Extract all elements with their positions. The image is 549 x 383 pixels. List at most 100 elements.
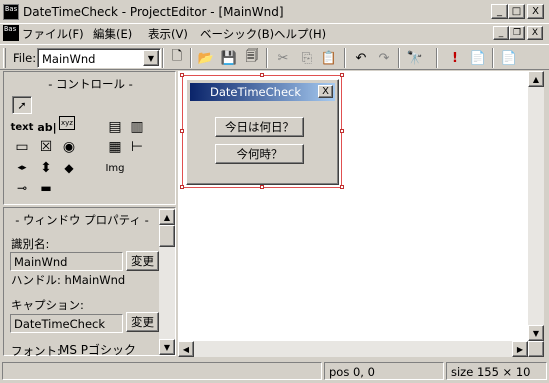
caption-field-value: DateTimeCheck (14, 317, 106, 331)
id-label: 識別名: (11, 237, 50, 251)
undo-icon[interactable]: ↶ (350, 48, 372, 68)
app-icon[interactable]: Bas (3, 4, 19, 20)
file-select-value: MainWnd (42, 52, 96, 66)
close-button[interactable]: X (527, 4, 544, 19)
menu-bar: Bas ファイル(F) 編集(E) 表示(V) ベーシック(B) ヘルプ(H) … (0, 24, 549, 43)
status-bar: pos 0, 0 size 155 × 10 (0, 359, 549, 383)
resize-handle[interactable] (180, 73, 184, 77)
slider-tool-icon[interactable]: ⊸ (12, 179, 32, 197)
title-bar[interactable]: Bas DateTimeCheck - ProjectEditor - [Mai… (0, 0, 549, 24)
caption-label: キャプション: (11, 298, 84, 312)
build-icon[interactable]: 📄 (498, 48, 520, 68)
scroll-right-icon[interactable]: ▶ (512, 341, 528, 357)
run-icon[interactable]: ! (444, 48, 466, 68)
minimize-button[interactable]: _ (491, 4, 508, 19)
handle-label: ハンドル: hMainWnd (11, 273, 126, 287)
pointer-tool-icon[interactable]: ➚ (12, 96, 32, 114)
current-time-button[interactable]: 今何時？ (215, 144, 304, 164)
toolbar-separator (492, 48, 494, 68)
font-value[interactable]: MS Pゴシック (59, 341, 136, 358)
tree-tool-icon[interactable]: ⊢ (127, 138, 147, 156)
change-id-button[interactable]: 変更 (126, 251, 159, 271)
image-tool-icon[interactable]: Img (105, 159, 125, 177)
mdi-minimize-button[interactable]: _ (493, 26, 509, 40)
new-file-icon[interactable]: 🗋 (166, 48, 188, 68)
vscroll-tool-icon[interactable]: ⬍ (36, 159, 56, 177)
resize-handle[interactable] (260, 185, 264, 189)
save-all-icon[interactable]: 🗐 (241, 48, 263, 68)
toolbar-separator (436, 48, 438, 68)
redo-icon[interactable]: ↷ (373, 48, 395, 68)
toolbar-separator (190, 48, 192, 68)
tab-tool-icon[interactable]: ▥ (127, 118, 147, 136)
property-scrollbar[interactable]: ▲ ▼ (159, 209, 175, 355)
form-window[interactable]: DateTimeCheck X 今日は何日？ 今何時？ (186, 79, 339, 185)
radio-tool-icon[interactable]: ◉ (59, 138, 79, 156)
resize-handle[interactable] (260, 73, 264, 77)
listview-tool-icon[interactable]: ▤ (105, 118, 125, 136)
scroll-up-icon[interactable]: ▲ (528, 71, 544, 87)
checkbox-tool-icon[interactable]: ☒ (36, 138, 56, 156)
status-message (2, 362, 322, 380)
scroll-thumb[interactable] (159, 225, 175, 247)
toolbar-separator (266, 48, 268, 68)
cut-icon[interactable]: ✂ (272, 48, 294, 68)
grid-tool-icon[interactable]: ▦ (105, 138, 125, 156)
change-caption-button[interactable]: 変更 (126, 312, 159, 332)
chevron-down-icon[interactable]: ▼ (143, 50, 159, 66)
toolbar-grip[interactable] (3, 48, 6, 68)
paste-icon[interactable]: 📋 (318, 48, 340, 68)
mdi-child-icon[interactable]: Bas (3, 25, 19, 41)
spin-tool-icon[interactable]: ◆ (59, 159, 79, 177)
resize-handle[interactable] (340, 185, 344, 189)
button-tool-icon[interactable]: ▭ (12, 138, 32, 156)
controls-panel-header: - コントロール - (48, 77, 133, 91)
caption-field[interactable]: DateTimeCheck (10, 314, 123, 333)
resize-handle[interactable] (340, 73, 344, 77)
id-field[interactable]: MainWnd (10, 252, 123, 271)
toolbar-separator (344, 48, 346, 68)
form-caption-bar[interactable]: DateTimeCheck X (190, 83, 335, 101)
groupbox-tool-icon[interactable]: xyz (59, 116, 75, 130)
property-panel: - ウィンドウ プロパティ - 識別名: MainWnd 変更 ハンドル: hM… (3, 207, 176, 358)
window-title: DateTimeCheck - ProjectEditor - [MainWnd… (23, 5, 284, 19)
canvas-vertical-scrollbar[interactable]: ▲ ▼ (528, 71, 544, 341)
status-size-text: size 155 × 10 (451, 365, 531, 379)
progress-tool-icon[interactable]: ▬ (36, 179, 56, 197)
menu-basic[interactable]: ベーシック(B) (200, 26, 274, 42)
mdi-restore-button[interactable]: ❐ (509, 26, 525, 40)
scroll-down-icon[interactable]: ▼ (159, 339, 175, 355)
menu-view[interactable]: 表示(V) (148, 26, 188, 42)
text-tool-icon[interactable]: text (11, 118, 34, 136)
toolbar-separator (162, 48, 164, 68)
menu-help[interactable]: ヘルプ(H) (274, 26, 326, 42)
id-field-value: MainWnd (14, 255, 68, 269)
status-pos: pos 0, 0 (324, 362, 444, 380)
today-date-button[interactable]: 今日は何日？ (215, 117, 304, 137)
scroll-up-icon[interactable]: ▲ (159, 209, 175, 225)
toolbar-separator (398, 48, 400, 68)
find-icon[interactable]: 🔭 (404, 48, 426, 68)
scroll-down-icon[interactable]: ▼ (528, 325, 544, 341)
maximize-button[interactable]: □ (508, 4, 525, 19)
menu-file[interactable]: ファイル(F) (22, 26, 84, 42)
compile-icon[interactable]: 📄 (467, 48, 489, 68)
mdi-close-button[interactable]: X (527, 26, 543, 40)
file-label: File: (13, 51, 37, 65)
form-close-icon[interactable]: X (318, 85, 333, 98)
form-caption: DateTimeCheck (210, 85, 302, 99)
save-icon[interactable]: 💾 (218, 48, 240, 68)
hscroll-tool-icon[interactable]: ◂▸ (12, 159, 32, 177)
property-panel-header: - ウィンドウ プロパティ - (15, 213, 149, 227)
file-select[interactable]: MainWnd ▼ (37, 48, 161, 68)
scroll-left-icon[interactable]: ◀ (178, 341, 194, 357)
scroll-corner (528, 341, 544, 357)
edit-tool-icon[interactable]: ab| (37, 118, 57, 136)
open-folder-icon[interactable]: 📂 (195, 48, 217, 68)
menu-edit[interactable]: 編集(E) (93, 26, 132, 42)
resize-handle[interactable] (180, 129, 184, 133)
copy-icon[interactable]: ⎘ (296, 48, 318, 68)
resize-handle[interactable] (180, 185, 184, 189)
canvas-horizontal-scrollbar[interactable]: ◀ ▶ (178, 341, 528, 357)
resize-handle[interactable] (340, 129, 344, 133)
